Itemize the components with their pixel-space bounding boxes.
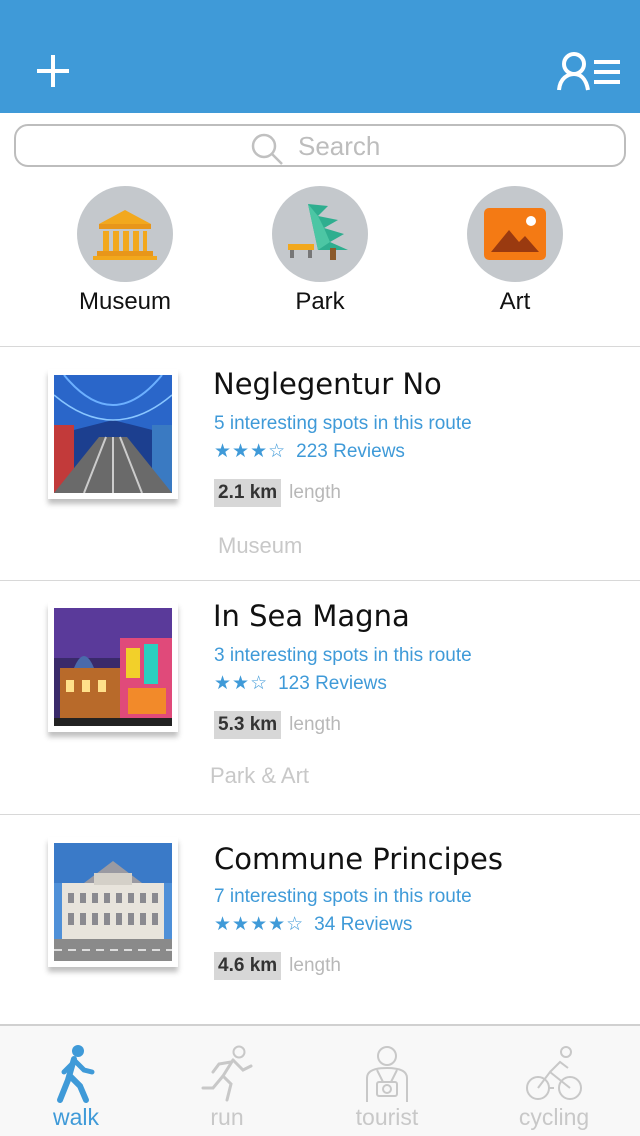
route-length: 2.1 km length (214, 479, 341, 507)
tab-cycling[interactable]: cycling (494, 1044, 614, 1131)
tourist-icon (366, 1046, 408, 1102)
route-item[interactable]: In Sea Magna 3 interesting spots in this… (0, 581, 640, 814)
profile-menu-button[interactable] (556, 50, 622, 94)
park-icon (288, 204, 348, 260)
rating-stars: ★★☆ (214, 673, 269, 694)
route-thumbnail (48, 602, 178, 732)
route-thumbnail (48, 369, 178, 499)
category-art-label: Art (499, 288, 531, 315)
route-title: Neglegentur No (213, 367, 442, 401)
tab-tourist-label: tourist (355, 1104, 419, 1130)
route-photo (54, 843, 172, 961)
route-rating: ★★★★☆ 34 Reviews (214, 913, 412, 936)
rating-stars: ★★★☆ (214, 441, 287, 462)
tab-tourist[interactable]: tourist (327, 1044, 447, 1131)
category-museum-label: Museum (78, 288, 172, 315)
category-art-circle (467, 186, 563, 282)
route-reviews[interactable]: 34 Reviews (314, 914, 412, 935)
category-museum[interactable]: Museum (45, 186, 205, 316)
route-length-value: 5.3 km (214, 711, 282, 739)
museum-icon (93, 210, 157, 260)
app-header (0, 0, 640, 113)
route-reviews[interactable]: 223 Reviews (296, 441, 405, 462)
category-park-circle (272, 186, 368, 282)
route-spots: 7 interesting spots in this route (214, 886, 472, 907)
tab-cycling-label: cycling (518, 1104, 590, 1130)
route-rating: ★★☆ 123 Reviews (214, 672, 387, 695)
bottom-tab-bar: walk run tourist cycling (0, 1024, 640, 1136)
run-icon (201, 1045, 253, 1102)
category-museum-circle (77, 186, 173, 282)
add-route-button[interactable] (32, 50, 74, 92)
route-title: In Sea Magna (213, 599, 410, 633)
category-art[interactable]: Art (435, 186, 595, 316)
route-thumbnail (48, 837, 178, 967)
search-bar[interactable] (14, 124, 626, 167)
route-reviews[interactable]: 123 Reviews (278, 673, 387, 694)
tab-walk-label: walk (52, 1104, 99, 1130)
route-length-label: length (289, 482, 341, 503)
tab-run-label: run (210, 1104, 244, 1130)
route-length: 4.6 km length (214, 952, 341, 980)
route-length-label: length (289, 714, 341, 735)
category-row: Museum Park Art (0, 186, 640, 346)
route-spots: 3 interesting spots in this route (214, 645, 472, 666)
plus-icon (37, 55, 69, 87)
route-length-value: 4.6 km (214, 952, 282, 980)
category-park[interactable]: Park (240, 186, 400, 316)
walk-icon (57, 1045, 95, 1103)
route-photo (54, 375, 172, 493)
user-list-icon (557, 52, 620, 91)
route-length-value: 2.1 km (214, 479, 282, 507)
route-item[interactable]: Neglegentur No 5 interesting spots in th… (0, 347, 640, 580)
cycling-icon (526, 1046, 582, 1100)
route-rating: ★★★☆ 223 Reviews (214, 440, 405, 463)
tab-run[interactable]: run (167, 1044, 287, 1131)
route-length-label: length (289, 955, 341, 976)
route-category: Park & Art (210, 763, 310, 788)
search-input[interactable] (298, 130, 598, 162)
route-photo (54, 608, 172, 726)
search-icon (251, 133, 283, 165)
art-icon (484, 208, 546, 260)
tab-walk[interactable]: walk (16, 1044, 136, 1131)
route-category: Museum (218, 533, 303, 558)
category-park-label: Park (295, 288, 345, 315)
rating-stars: ★★★★☆ (214, 914, 305, 935)
route-length: 5.3 km length (214, 711, 341, 739)
route-item[interactable]: Commune Principes 7 interesting spots in… (0, 815, 640, 1023)
route-spots: 5 interesting spots in this route (214, 413, 472, 434)
route-title: Commune Principes (214, 842, 504, 876)
